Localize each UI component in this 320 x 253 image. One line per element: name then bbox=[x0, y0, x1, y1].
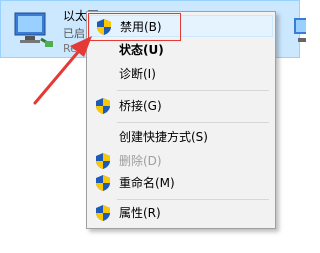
menu-item-label: 桥接(G) bbox=[119, 99, 162, 113]
shield-icon bbox=[96, 98, 110, 114]
menu-separator bbox=[117, 122, 269, 123]
menu-item-label: 删除(D) bbox=[119, 154, 162, 168]
annotation-highlight-box bbox=[88, 13, 181, 41]
shield-icon bbox=[96, 153, 110, 169]
menu-item-label: 重命名(M) bbox=[119, 176, 175, 190]
menu-item-rename[interactable]: 重命名(M) bbox=[89, 172, 273, 194]
menu-item-label: 属性(R) bbox=[119, 206, 161, 220]
menu-item-label: 状态(U) bbox=[119, 43, 164, 57]
menu-item-diagnose[interactable]: 诊断(I) bbox=[89, 63, 273, 85]
network-adapter-icon bbox=[14, 12, 53, 47]
partial-adapter-icon bbox=[294, 18, 306, 42]
menu-separator bbox=[117, 199, 269, 200]
menu-item-label: 诊断(I) bbox=[119, 67, 156, 81]
menu-item-label: 创建快捷方式(S) bbox=[119, 130, 208, 144]
menu-item-properties[interactable]: 属性(R) bbox=[89, 202, 273, 224]
context-menu: 禁用(B) 状态(U) 诊断(I) 桥接(G) 创建快捷方式(S) 删除(D) bbox=[86, 11, 276, 229]
menu-item-delete: 删除(D) bbox=[89, 150, 273, 172]
adapter-status: 已启 bbox=[63, 27, 85, 40]
menu-separator bbox=[117, 90, 269, 91]
menu-item-status[interactable]: 状态(U) bbox=[89, 39, 273, 61]
shield-icon bbox=[96, 205, 110, 221]
adapter-device: Rea bbox=[63, 42, 84, 55]
menu-item-create-shortcut[interactable]: 创建快捷方式(S) bbox=[89, 126, 273, 148]
shield-icon bbox=[96, 175, 110, 191]
menu-item-bridge[interactable]: 桥接(G) bbox=[89, 95, 273, 117]
